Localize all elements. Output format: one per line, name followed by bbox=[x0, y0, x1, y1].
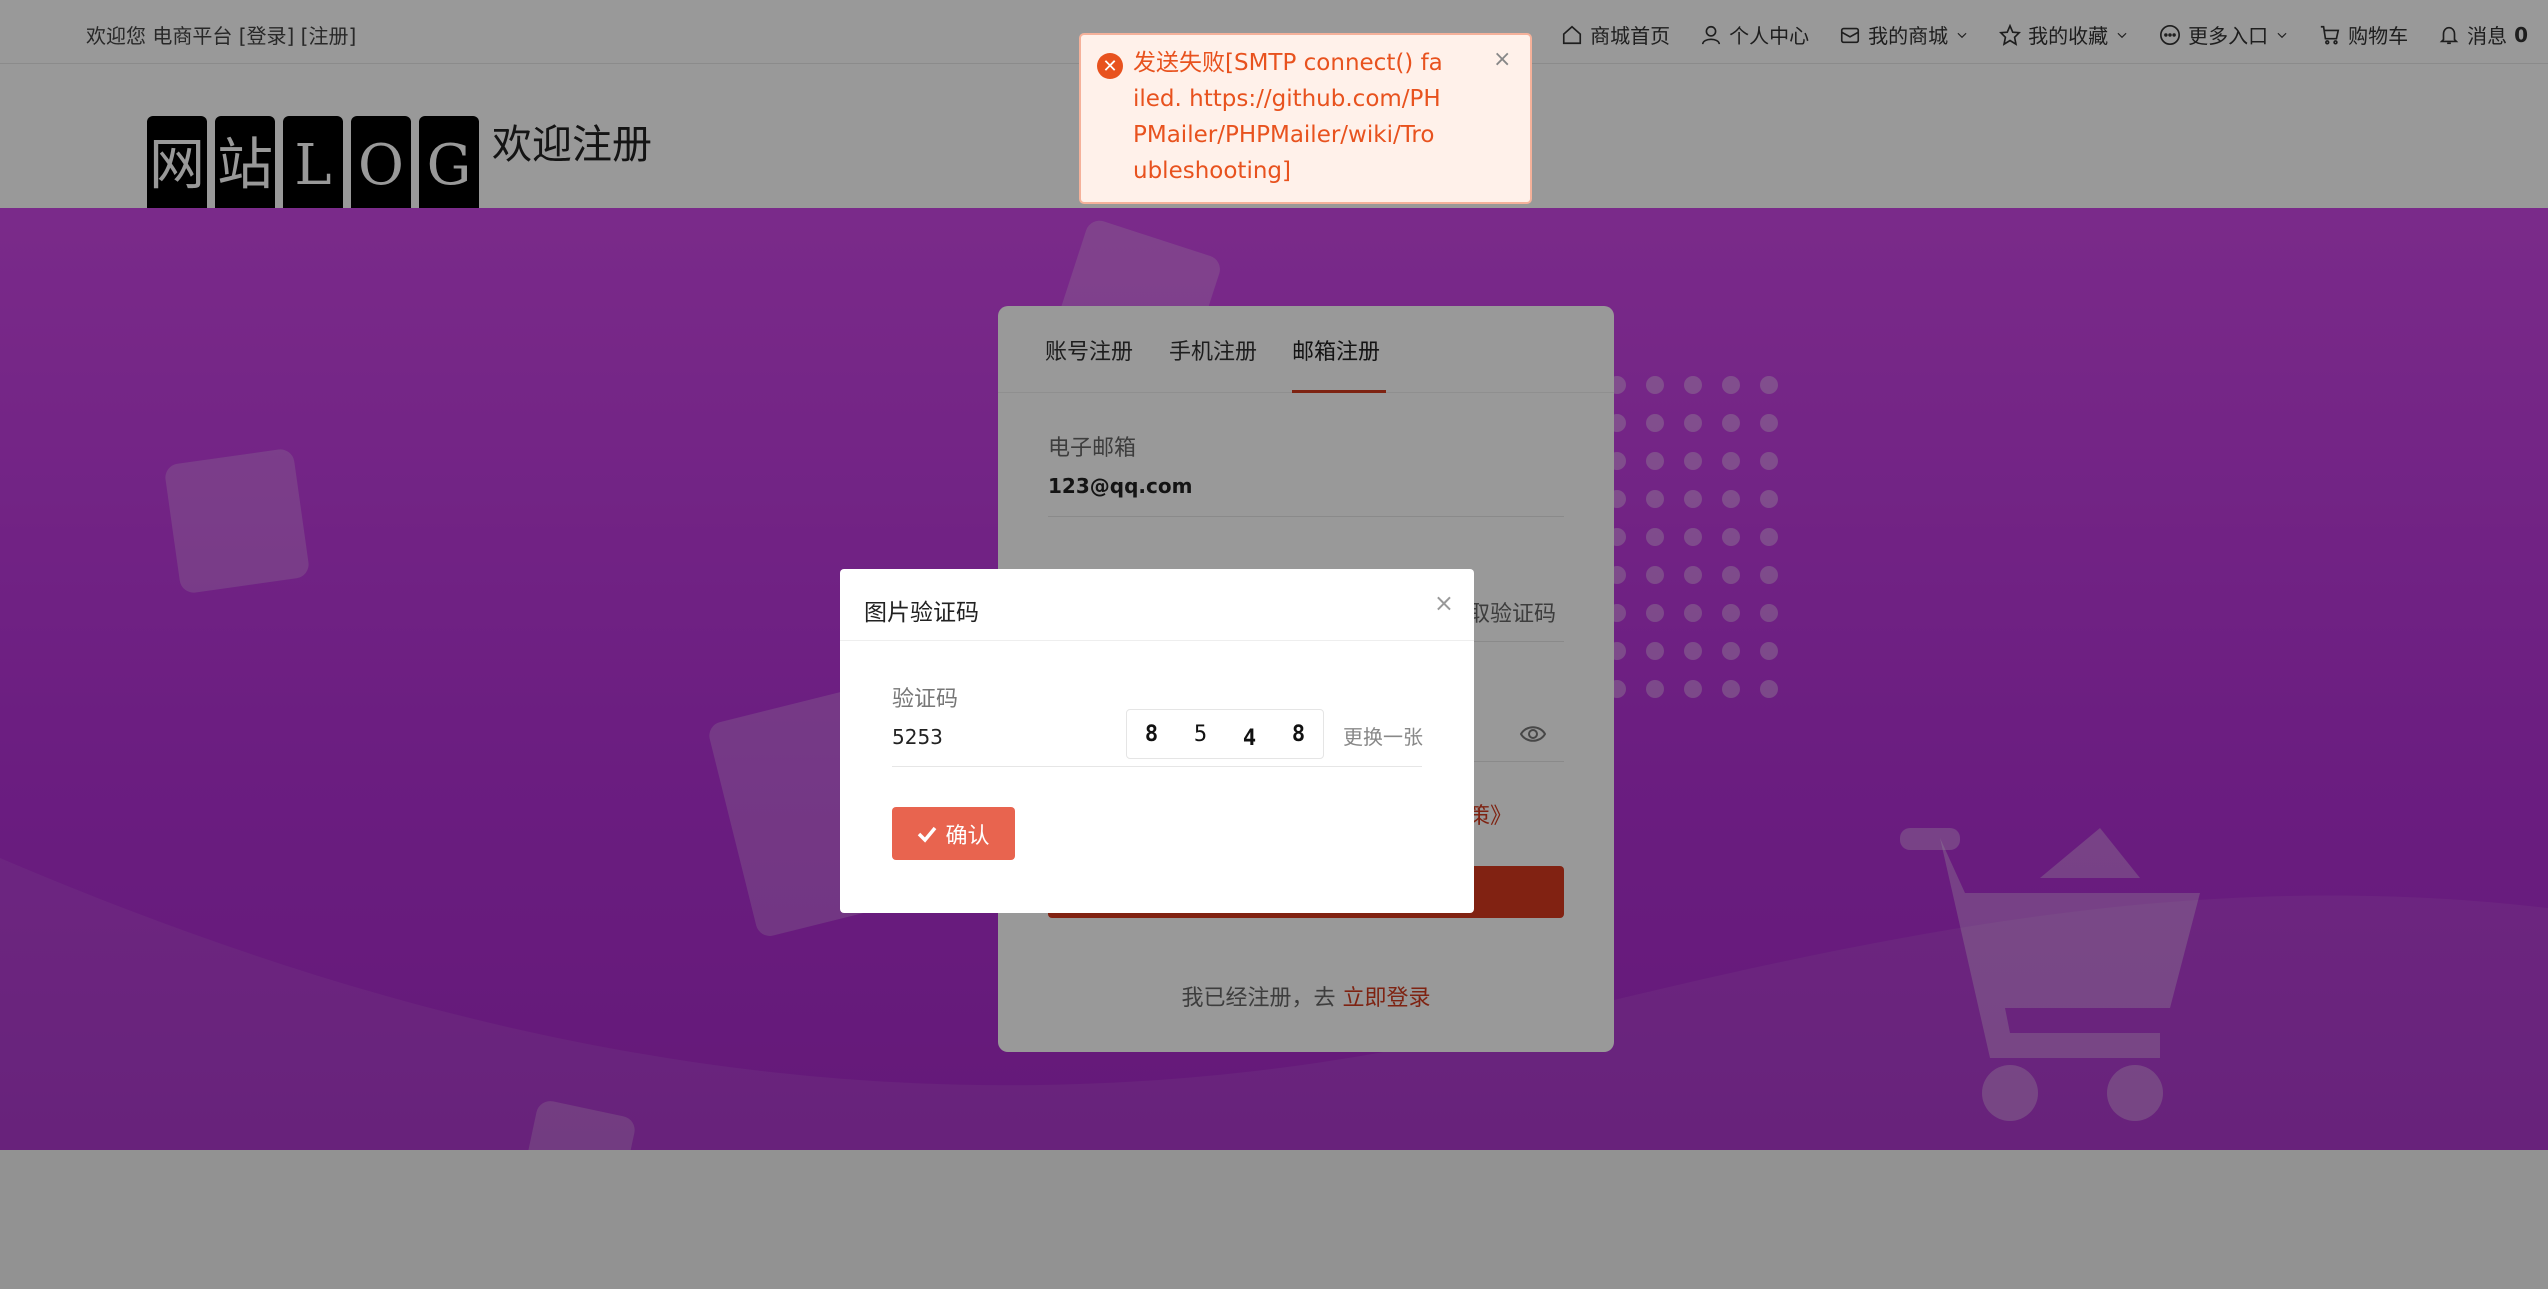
modal-title: 图片验证码 bbox=[864, 600, 979, 626]
captcha-char: 8 bbox=[1144, 721, 1159, 747]
divider bbox=[892, 766, 1422, 767]
check-icon bbox=[918, 826, 937, 843]
captcha-char: 4 bbox=[1242, 725, 1257, 751]
toast-message: 发送失败[SMTP connect() failed. https://gith… bbox=[1133, 50, 1443, 184]
refresh-captcha-link[interactable]: 更换一张 bbox=[1343, 721, 1423, 750]
captcha-char: 5 bbox=[1193, 721, 1208, 747]
modal-header: 图片验证码 × bbox=[840, 569, 1474, 641]
close-icon[interactable]: × bbox=[1434, 589, 1454, 617]
captcha-input[interactable]: 5253 bbox=[892, 725, 943, 749]
captcha-modal: 图片验证码 × 验证码 5253 8 5 4 8 更换一张 确认 bbox=[840, 569, 1474, 913]
captcha-label: 验证码 bbox=[892, 687, 959, 712]
confirm-label: 确认 bbox=[945, 822, 990, 848]
confirm-button[interactable]: 确认 bbox=[892, 807, 1015, 860]
captcha-char: 8 bbox=[1291, 721, 1306, 747]
captcha-image[interactable]: 8 5 4 8 bbox=[1126, 709, 1324, 759]
error-toast: ✕ 发送失败[SMTP connect() failed. https://gi… bbox=[1079, 33, 1532, 204]
error-icon: ✕ bbox=[1097, 53, 1123, 79]
close-icon[interactable]: × bbox=[1493, 47, 1511, 72]
